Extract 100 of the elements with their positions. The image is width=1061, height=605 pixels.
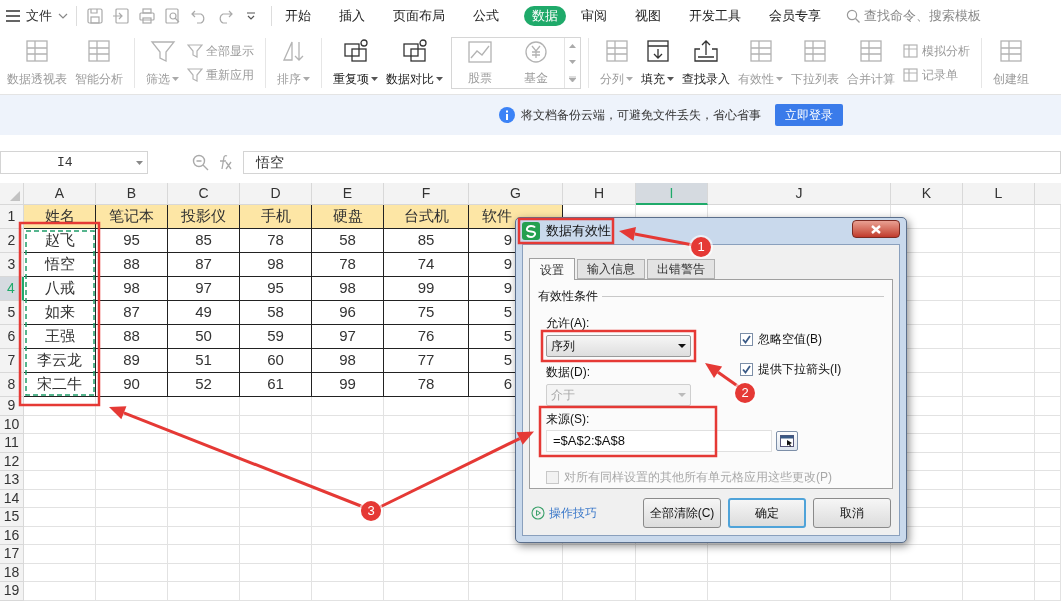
- table-cell: 98: [312, 349, 384, 373]
- column-header[interactable]: C: [168, 183, 240, 205]
- caret-icon: [776, 77, 783, 81]
- table-cell: 手机: [240, 205, 312, 229]
- source-field[interactable]: =$A$2:$A$8: [546, 430, 772, 452]
- menu-tab[interactable]: 公式: [470, 6, 502, 26]
- column-header[interactable]: F: [384, 183, 469, 205]
- login-button[interactable]: 立即登录: [775, 104, 843, 126]
- caret-icon: [172, 77, 179, 81]
- menu-tab[interactable]: 会员专享: [766, 6, 824, 26]
- column-header[interactable]: K: [891, 183, 963, 205]
- table-cell: 85: [384, 229, 469, 253]
- row-header[interactable]: 2: [0, 229, 24, 253]
- table-cell: 78: [384, 373, 469, 397]
- column-header[interactable]: B: [96, 183, 168, 205]
- caret-icon: [303, 77, 310, 81]
- name-box[interactable]: I4: [0, 151, 148, 174]
- undo-icon[interactable]: [191, 8, 207, 24]
- table-cell: 58: [240, 301, 312, 325]
- table-icon: [857, 38, 885, 64]
- row-header[interactable]: 3: [0, 253, 24, 277]
- table-cell: 60: [240, 349, 312, 373]
- yen-icon: [522, 39, 550, 65]
- column-header[interactable]: H: [563, 183, 636, 205]
- row-header[interactable]: 1: [0, 205, 24, 229]
- row-header[interactable]: 17: [0, 545, 24, 564]
- file-menu[interactable]: 文件: [26, 6, 68, 26]
- row-header[interactable]: 6: [0, 325, 24, 349]
- dialog-button[interactable]: 取消: [813, 498, 891, 528]
- ribbon-button[interactable]: 重复项: [329, 32, 382, 94]
- search-field[interactable]: 查找命令、搜索模板: [846, 6, 994, 26]
- checkbox[interactable]: 忽略空值(B): [740, 330, 842, 348]
- menu-tab[interactable]: 审阅: [578, 6, 610, 26]
- caret-icon: [371, 77, 378, 81]
- row-header[interactable]: 11: [0, 434, 24, 453]
- table-cell: 75: [384, 301, 469, 325]
- print-icon[interactable]: [139, 8, 155, 24]
- caret-icon: [626, 77, 633, 81]
- table-cell: 95: [96, 229, 168, 253]
- table-icon: [801, 38, 829, 64]
- row-header[interactable]: 15: [0, 508, 24, 527]
- menu-tab[interactable]: 视图: [632, 6, 664, 26]
- dialog-tab[interactable]: 输入信息: [577, 259, 645, 279]
- range-picker-button[interactable]: [776, 431, 798, 451]
- expand-icon: [569, 76, 576, 82]
- column-header[interactable]: L: [963, 183, 1035, 205]
- table-cell: 87: [168, 253, 240, 277]
- caret-icon: [678, 393, 686, 397]
- zoom-icon[interactable]: [192, 154, 209, 171]
- menu-tab[interactable]: 开始: [282, 6, 314, 26]
- funnel-icon: [148, 38, 177, 64]
- menu-tab[interactable]: 插入: [336, 6, 368, 26]
- row-header[interactable]: 7: [0, 349, 24, 373]
- save-icon[interactable]: [87, 8, 103, 24]
- table-cell: 74: [384, 253, 469, 277]
- select-all-corner[interactable]: [0, 183, 24, 205]
- allow-dropdown[interactable]: 序列: [546, 335, 691, 357]
- row-header[interactable]: 5: [0, 301, 24, 325]
- table-cell: 笔记本: [96, 205, 168, 229]
- export-icon[interactable]: [113, 8, 129, 24]
- table-cell: 李云龙: [24, 349, 96, 373]
- table-cell: 88: [96, 325, 168, 349]
- overlapping-squares-icon: [400, 38, 429, 64]
- formula-field[interactable]: 悟空: [243, 151, 1061, 174]
- menu-tab[interactable]: 页面布局: [390, 6, 448, 26]
- preview-icon[interactable]: [165, 8, 181, 24]
- ribbon-button[interactable]: 查找录入: [678, 32, 734, 94]
- ribbon-button[interactable]: 填充: [637, 32, 678, 94]
- redo-icon[interactable]: [217, 8, 233, 24]
- column-header[interactable]: A: [24, 183, 96, 205]
- funnel-icon: [187, 43, 203, 59]
- menu-tab[interactable]: 开发工具: [686, 6, 744, 26]
- close-button[interactable]: [852, 220, 900, 238]
- checkbox[interactable]: 提供下拉箭头(I): [740, 360, 842, 378]
- tips-link[interactable]: 操作技巧: [531, 504, 597, 522]
- table-cell: 王强: [24, 325, 96, 349]
- column-header[interactable]: G: [469, 183, 563, 205]
- table-cell: 76: [384, 325, 469, 349]
- chevron-icon: [58, 13, 68, 19]
- table-icon: [23, 38, 51, 64]
- column-header[interactable]: D: [240, 183, 312, 205]
- caret-icon: [678, 344, 686, 348]
- table-cell: 投影仪: [168, 205, 240, 229]
- row-header[interactable]: 19: [0, 582, 24, 601]
- row-header[interactable]: 8: [0, 373, 24, 397]
- dialog-tab[interactable]: 出错警告: [647, 259, 715, 279]
- dialog-button[interactable]: 全部清除(C): [643, 498, 721, 528]
- funnel-icon: [187, 67, 203, 83]
- menu-icon[interactable]: [6, 10, 20, 22]
- range-select-icon: [780, 435, 794, 447]
- table-cell: 52: [168, 373, 240, 397]
- row-header[interactable]: 13: [0, 471, 24, 490]
- ribbon-button[interactable]: 数据对比: [382, 32, 447, 94]
- dialog-tab[interactable]: 设置: [529, 258, 575, 280]
- row-header[interactable]: 9: [0, 397, 24, 416]
- column-header[interactable]: E: [312, 183, 384, 205]
- close-icon: [871, 224, 881, 234]
- dialog-button[interactable]: 确定: [728, 498, 806, 528]
- column-header[interactable]: [1035, 183, 1061, 205]
- column-header[interactable]: J: [708, 183, 891, 205]
